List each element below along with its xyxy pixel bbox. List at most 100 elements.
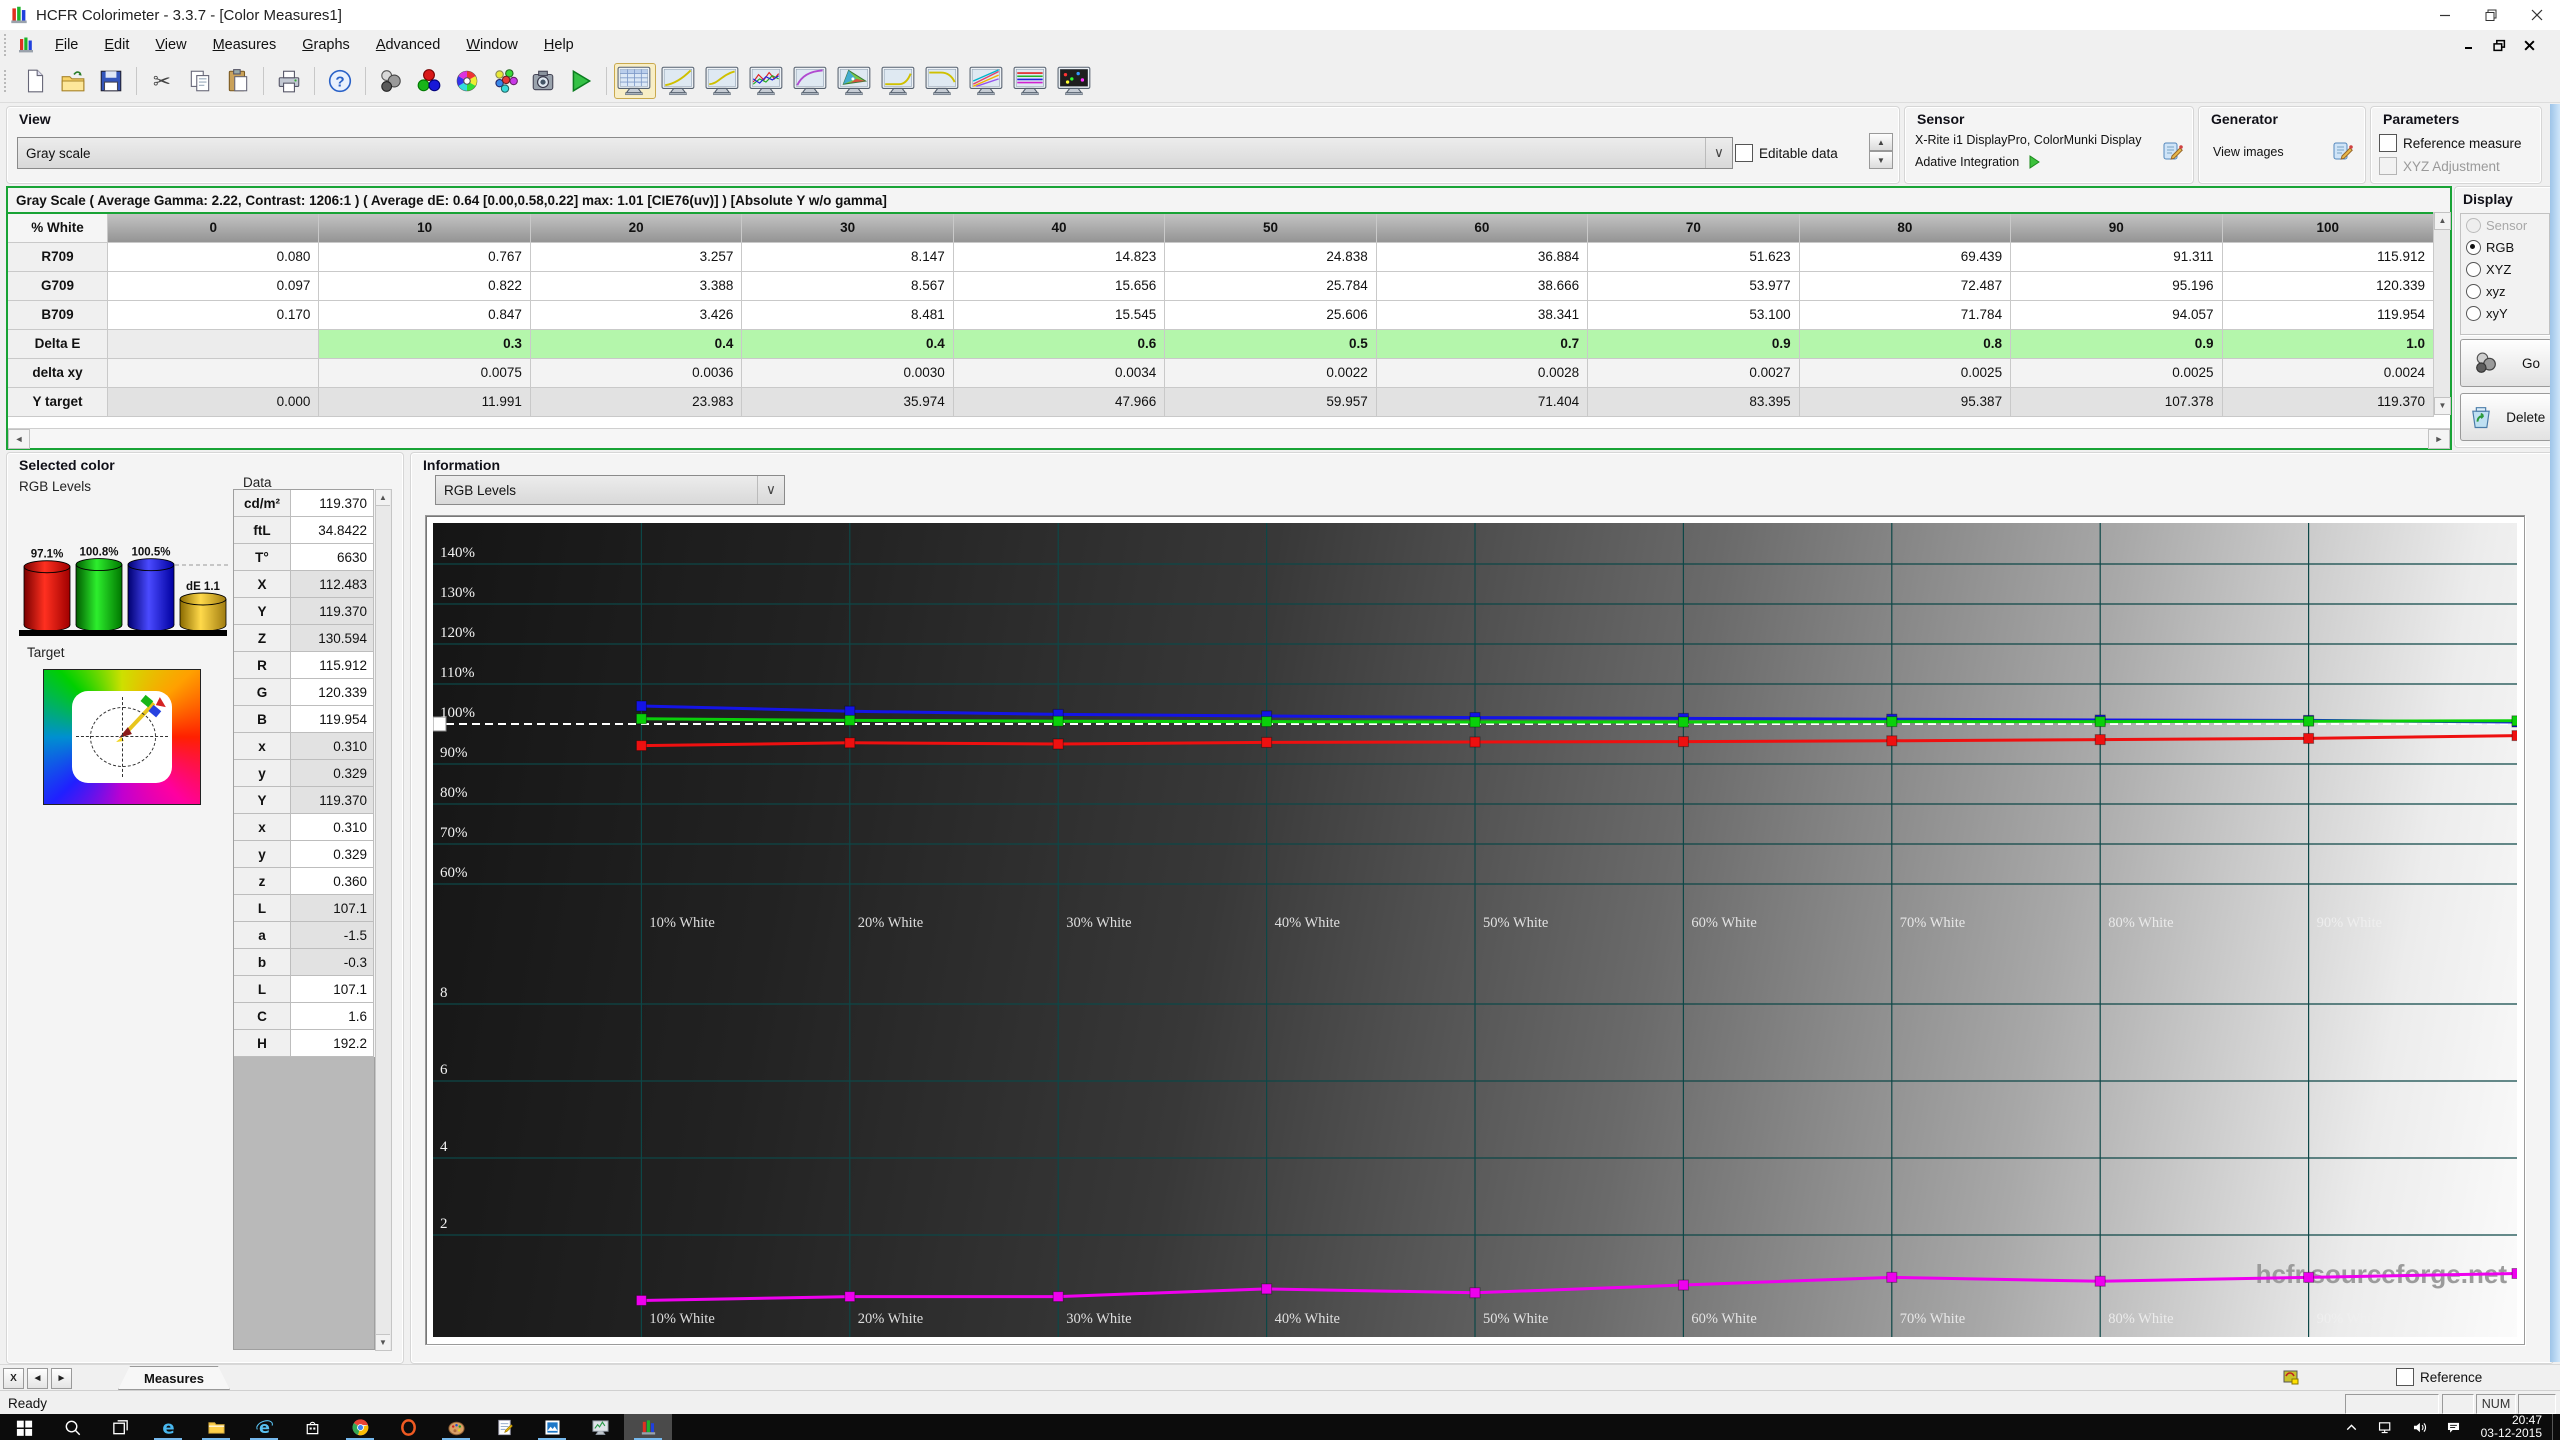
radio-rgb[interactable]: RGB [2461, 236, 2549, 258]
cell-delta-xy-90[interactable]: 0.0025 [2011, 359, 2222, 388]
cell-delta-xy-80[interactable]: 0.0025 [1800, 359, 2011, 388]
mdi-restore-button[interactable] [2486, 34, 2512, 56]
cell-delta-xy-100[interactable]: 0.0024 [2223, 359, 2434, 388]
taskbar-paint[interactable] [432, 1414, 480, 1440]
menu-measures[interactable]: Measures [200, 33, 290, 57]
tray-network[interactable] [2369, 1414, 2403, 1440]
taskbar-system-monitor[interactable] [576, 1414, 624, 1440]
radio-xyz[interactable]: xyz [2461, 280, 2549, 302]
view-cie-diagram-button[interactable] [834, 63, 876, 99]
taskbar-clock[interactable]: 20:47 03-12-2015 [2471, 1414, 2552, 1440]
view-contrast-curve-button[interactable] [790, 63, 832, 99]
menu-view[interactable]: View [142, 33, 199, 57]
data-scrollbar[interactable]: ▲ ▼ [375, 489, 392, 1351]
sensor-config-icon[interactable] [2161, 139, 2185, 166]
cell-delta-xy-30[interactable]: 0.0030 [742, 359, 953, 388]
radio-xyz[interactable]: XYZ [2461, 258, 2549, 280]
cell-b709-80[interactable]: 71.784 [1800, 301, 2011, 330]
cell-b709-60[interactable]: 38.341 [1377, 301, 1588, 330]
cell-delta-xy-20[interactable]: 0.0036 [531, 359, 742, 388]
cell-y-target-70[interactable]: 83.395 [1588, 388, 1799, 417]
cell-g709-100[interactable]: 120.339 [2223, 272, 2434, 301]
cell-delta-e-50[interactable]: 0.5 [1165, 330, 1376, 359]
tray-volume[interactable] [2403, 1414, 2437, 1440]
cell-r709-50[interactable]: 24.838 [1165, 243, 1376, 272]
column-header-50[interactable]: 50 [1165, 214, 1376, 243]
column-header-70[interactable]: 70 [1588, 214, 1799, 243]
cell-g709-0[interactable]: 0.097 [108, 272, 319, 301]
view-measures-grid-button[interactable] [614, 63, 656, 99]
minimize-button[interactable] [2422, 0, 2468, 30]
new-document-button[interactable] [17, 63, 53, 99]
taskbar-search[interactable] [48, 1414, 96, 1440]
column-header-40[interactable]: 40 [954, 214, 1165, 243]
view-luminance-curve-button[interactable] [702, 63, 744, 99]
spinner-up-icon[interactable]: ▲ [1869, 133, 1893, 151]
cell-g709-10[interactable]: 0.822 [319, 272, 530, 301]
scrollbar-track[interactable] [30, 429, 2428, 448]
cell-delta-e-100[interactable]: 1.0 [2223, 330, 2434, 359]
cell-g709-50[interactable]: 25.784 [1165, 272, 1376, 301]
run-measures-button[interactable] [563, 63, 599, 99]
menu-edit[interactable]: Edit [91, 33, 142, 57]
measure-primaries-button[interactable] [411, 63, 447, 99]
scroll-down-icon[interactable]: ▼ [2434, 397, 2451, 415]
cell-y-target-30[interactable]: 35.974 [742, 388, 953, 417]
cell-y-target-90[interactable]: 107.378 [2011, 388, 2222, 417]
measure-secondaries-button[interactable] [449, 63, 485, 99]
column-header-80[interactable]: 80 [1800, 214, 2011, 243]
menu-graphs[interactable]: Graphs [289, 33, 363, 57]
cell-b709-90[interactable]: 94.057 [2011, 301, 2222, 330]
cell-delta-xy-10[interactable]: 0.0075 [319, 359, 530, 388]
cell-r709-70[interactable]: 51.623 [1588, 243, 1799, 272]
view-type-select[interactable]: Gray scale ∨ [17, 137, 1733, 169]
mdi-close-button[interactable] [2516, 34, 2542, 56]
spinner-down-icon[interactable]: ▼ [1869, 151, 1893, 169]
menu-advanced[interactable]: Advanced [363, 33, 454, 57]
cell-r709-10[interactable]: 0.767 [319, 243, 530, 272]
close-button[interactable] [2514, 0, 2560, 30]
cell-g709-30[interactable]: 8.567 [742, 272, 953, 301]
view-saturation-button[interactable] [966, 63, 1008, 99]
scroll-up-icon[interactable]: ▲ [376, 490, 390, 506]
cell-g709-70[interactable]: 53.977 [1588, 272, 1799, 301]
cell-b709-100[interactable]: 119.954 [2223, 301, 2434, 330]
save-file-button[interactable] [93, 63, 129, 99]
generator-config-icon[interactable] [2331, 139, 2355, 166]
column-header-60[interactable]: 60 [1377, 214, 1588, 243]
reference-checkbox[interactable]: Reference [2396, 1368, 2482, 1386]
information-view-select[interactable]: RGB Levels ∨ [435, 475, 785, 505]
cell-r709-80[interactable]: 69.439 [1800, 243, 2011, 272]
cell-b709-30[interactable]: 8.481 [742, 301, 953, 330]
cell-delta-e-0[interactable] [108, 330, 319, 359]
taskbar-store[interactable] [288, 1414, 336, 1440]
column-header-10[interactable]: 10 [319, 214, 530, 243]
cell-b709-0[interactable]: 0.170 [108, 301, 319, 330]
cell-b709-70[interactable]: 53.100 [1588, 301, 1799, 330]
measure-grayscale-button[interactable] [373, 63, 409, 99]
cell-g709-20[interactable]: 3.388 [531, 272, 742, 301]
taskbar-origin[interactable] [384, 1414, 432, 1440]
cell-r709-30[interactable]: 8.147 [742, 243, 953, 272]
cell-r709-20[interactable]: 3.257 [531, 243, 742, 272]
tab-measures[interactable]: Measures [118, 1366, 230, 1390]
paste-button[interactable] [220, 63, 256, 99]
cell-y-target-20[interactable]: 23.983 [531, 388, 742, 417]
open-file-button[interactable] [55, 63, 91, 99]
cut-button[interactable]: ✂ [144, 63, 180, 99]
restore-button[interactable] [2468, 0, 2514, 30]
capture-image-button[interactable] [525, 63, 561, 99]
column-header-100[interactable]: 100 [2223, 214, 2434, 243]
tab-next-button[interactable]: ► [51, 1368, 72, 1389]
view-rgb-histogram-button[interactable] [746, 63, 788, 99]
taskbar-edge[interactable]: e [144, 1414, 192, 1440]
go-button[interactable]: Go [2460, 339, 2552, 387]
tab-close-button[interactable]: X [3, 1368, 24, 1389]
scroll-up-icon[interactable]: ▲ [2434, 212, 2451, 230]
cell-b709-20[interactable]: 3.426 [531, 301, 742, 330]
cell-g709-80[interactable]: 72.487 [1800, 272, 2011, 301]
table-vertical-scrollbar[interactable]: ▲ ▼ [2433, 212, 2450, 415]
cell-y-target-10[interactable]: 11.991 [319, 388, 530, 417]
cell-y-target-80[interactable]: 95.387 [1800, 388, 2011, 417]
cell-delta-e-40[interactable]: 0.6 [954, 330, 1165, 359]
